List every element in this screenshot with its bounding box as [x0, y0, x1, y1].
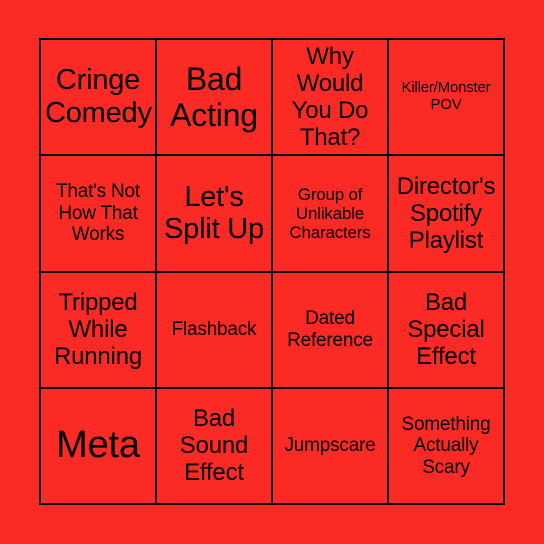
- bingo-cell-label: Group of Unlikable Characters: [289, 184, 371, 242]
- bingo-cell-r3c4[interactable]: Bad Special Effect: [389, 272, 505, 389]
- bingo-cell-label: Bad Sound Effect: [179, 405, 249, 487]
- bingo-cell-r2c2[interactable]: Let's Split Up: [157, 156, 273, 273]
- bingo-cell-r4c3[interactable]: Jumpscare: [273, 388, 389, 505]
- bingo-cell-label: Dated Reference: [287, 308, 373, 351]
- bingo-cell-r1c1[interactable]: Cringe Comedy: [41, 40, 157, 157]
- bingo-cell-label: Bad Acting: [170, 60, 258, 134]
- bingo-cell-label: Jumpscare: [284, 435, 376, 457]
- bingo-cell-r3c3[interactable]: Dated Reference: [273, 272, 389, 389]
- bingo-cell-label: Tripped While Running: [53, 288, 142, 371]
- bingo-cell-label: Flashback: [171, 318, 257, 340]
- bingo-cell-label: Meta: [56, 424, 140, 467]
- bingo-cell-label: Let's Split Up: [164, 180, 264, 246]
- bingo-cell-label: Director's Spotify Playlist: [396, 172, 496, 254]
- bingo-cell-label: That's Not How That Works: [56, 181, 140, 246]
- bingo-cell-r4c4[interactable]: Something Actually Scary: [389, 388, 505, 505]
- bingo-cell-r1c4[interactable]: Killer/Monster POV: [389, 40, 505, 157]
- bingo-cell-label: Killer/Monster POV: [401, 79, 491, 114]
- bingo-cell-label: Cringe Comedy: [45, 64, 152, 130]
- bingo-cell-r1c2[interactable]: Bad Acting: [157, 40, 273, 157]
- bingo-cell-label: Bad Special Effect: [407, 288, 485, 371]
- bingo-cell-r1c3[interactable]: Why Would You Do That?: [273, 40, 389, 157]
- bingo-cell-r2c1[interactable]: That's Not How That Works: [41, 156, 157, 273]
- bingo-cell-r3c1[interactable]: Tripped While Running: [41, 272, 157, 389]
- bingo-cell-r2c4[interactable]: Director's Spotify Playlist: [389, 156, 505, 273]
- bingo-cell-r3c2[interactable]: Flashback: [157, 272, 273, 389]
- bingo-cell-r2c3[interactable]: Group of Unlikable Characters: [273, 156, 389, 273]
- bingo-card: Cringe Comedy Bad Acting Why Would You D…: [39, 38, 505, 505]
- bingo-cell-r4c1[interactable]: Meta: [41, 388, 157, 505]
- bingo-cell-label: Why Would You Do That?: [291, 42, 369, 152]
- bingo-cell-label: Something Actually Scary: [401, 413, 491, 478]
- bingo-cell-r4c2[interactable]: Bad Sound Effect: [157, 388, 273, 505]
